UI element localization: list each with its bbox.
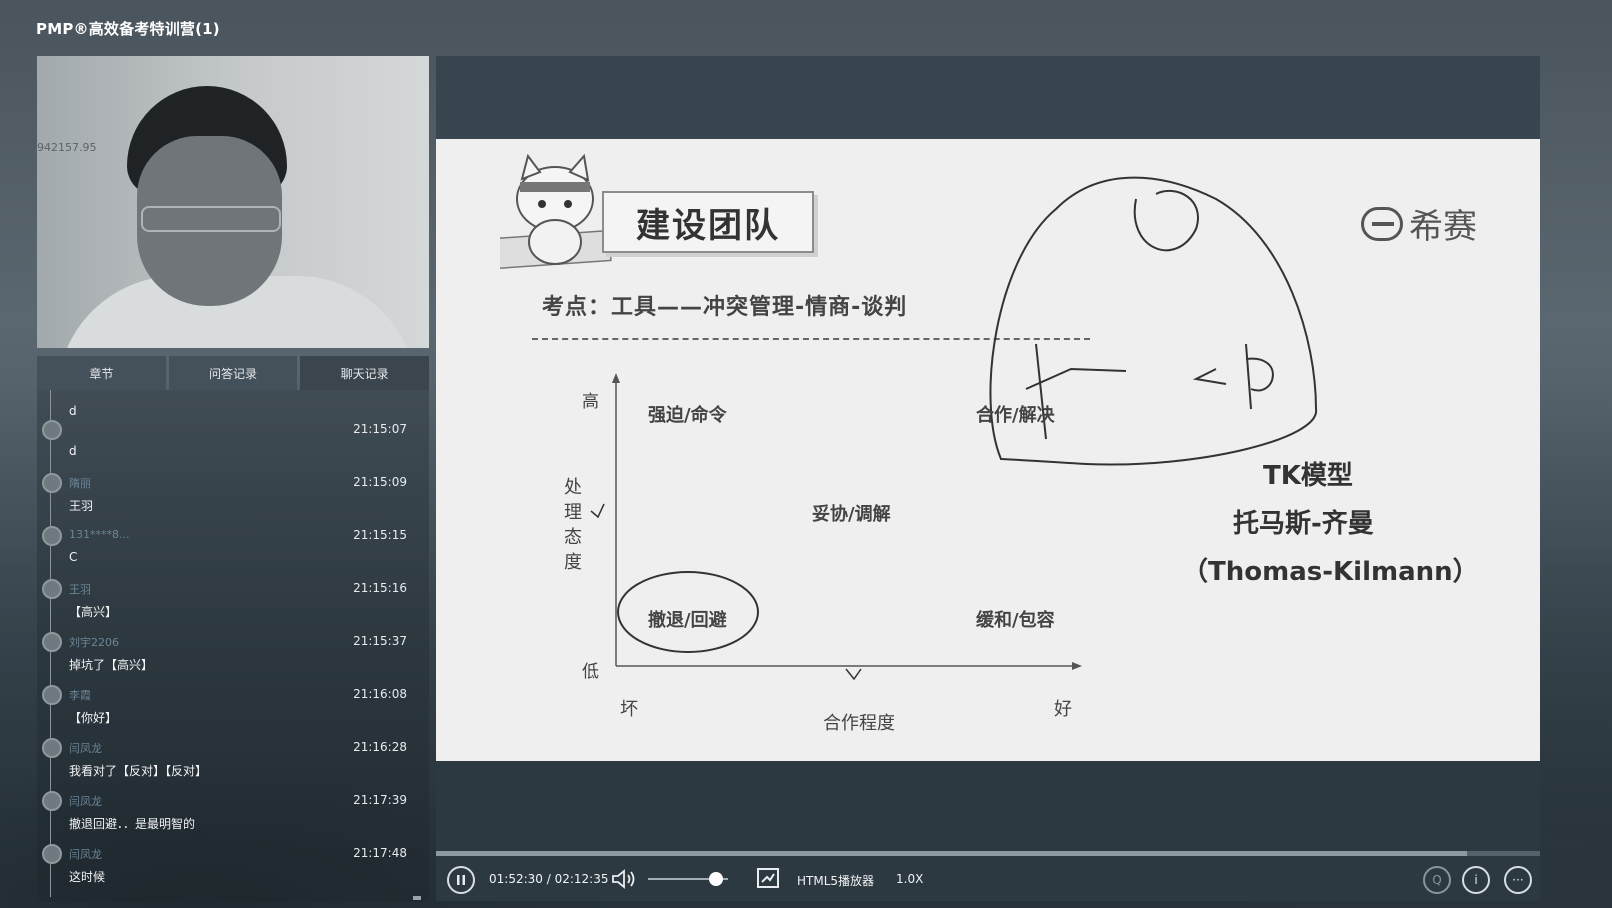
y-axis-high: 高 <box>582 392 599 412</box>
chat-message-text: 【高兴】 <box>69 605 118 619</box>
pause-button[interactable] <box>447 866 475 894</box>
chat-item: 131****8... 21:15:15 C <box>37 526 429 579</box>
chat-item: 王羽 21:15:16 【高兴】 <box>37 579 429 632</box>
app-title: PMP®高效备考特训营(1) <box>36 20 220 38</box>
more-button[interactable]: ··· <box>1504 866 1532 894</box>
webcam-watermark: 942157.95 <box>37 141 97 154</box>
chat-user-name: 刘宇2206 <box>69 636 119 649</box>
chat-time: 21:17:48 <box>353 846 407 860</box>
y-axis-low: 低 <box>582 662 599 682</box>
chat-scrollbar[interactable] <box>413 896 421 900</box>
quadrant-smooth: 缓和/包容 <box>976 610 1055 631</box>
chat-message-text: 我看对了【反对】【反对】 <box>69 764 208 778</box>
model-name-en: （Thomas-Kilmann） <box>1182 557 1479 587</box>
playback-time: 01:52:30 / 02:12:35 <box>489 872 609 886</box>
volume-knob[interactable] <box>709 872 723 886</box>
chat-message-text: C <box>69 550 78 564</box>
chat-time: 21:16:28 <box>353 740 407 754</box>
x-axis-right: 好 <box>1054 699 1072 720</box>
picture-in-picture-icon[interactable] <box>756 867 780 889</box>
avatar <box>42 844 62 864</box>
avatar <box>42 473 62 493</box>
x-axis-label: 合作程度 <box>823 713 895 734</box>
chat-time: 21:15:09 <box>353 475 407 489</box>
chat-time: 21:15:07 <box>353 422 407 436</box>
chat-time: 21:16:08 <box>353 687 407 701</box>
info-button[interactable]: i <box>1462 866 1490 894</box>
avatar <box>42 632 62 652</box>
chat-time: 21:15:37 <box>353 634 407 648</box>
chat-message-text: d <box>69 404 77 418</box>
chat-user-name: 王羽 <box>69 583 91 596</box>
avatar <box>42 738 62 758</box>
chat-item: 闫凤龙 21:17:48 这时候 <box>37 844 429 897</box>
chat-time: 21:15:16 <box>353 581 407 595</box>
quadrant-collaborate: 合作/解决 <box>976 405 1055 426</box>
player-type-label[interactable]: HTML5播放器 <box>797 872 874 889</box>
chat-message-text: 【你好】 <box>69 711 118 725</box>
progress-fill <box>436 851 1468 856</box>
chat-message-text: 这时候 <box>69 870 106 884</box>
chat-item: 李霞 21:16:08 【你好】 <box>37 685 429 738</box>
chat-item: 闫凤龙 21:17:39 撤退回避．．是最明智的 <box>37 791 429 844</box>
chat-time: 21:15:15 <box>353 528 407 542</box>
chat-user-name: 隋丽 <box>69 477 91 490</box>
quadrant-compromise: 妥协/调解 <box>812 504 891 525</box>
chat-time: 21:17:39 <box>353 793 407 807</box>
chat-message-text: 掉坑了【高兴】 <box>69 658 154 672</box>
tab-chat-records[interactable]: 聊天记录 <box>300 356 430 390</box>
avatar <box>42 420 62 440</box>
chat-message-text: 撤退回避．．是最明智的 <box>69 817 196 831</box>
model-title: TK模型 <box>1263 461 1353 491</box>
chat-message-text: d <box>69 444 77 458</box>
chat-item: 21:15:07 d <box>37 420 429 473</box>
avatar <box>42 579 62 599</box>
tab-chapters[interactable]: 章节 <box>37 356 166 390</box>
chat-item: 闫凤龙 21:16:28 我看对了【反对】【反对】 <box>37 738 429 791</box>
chat-user-name: 闫凤龙 <box>69 742 102 755</box>
chat-user-name: 131****8... <box>69 528 130 541</box>
pause-icon <box>457 875 465 885</box>
playback-speed[interactable]: 1.0X <box>896 872 923 886</box>
question-icon: Q <box>1432 873 1442 887</box>
volume-icon[interactable] <box>611 868 637 890</box>
chat-list[interactable]: d 21:15:07 d 隋丽 21:15:09 王羽 131****8... … <box>37 390 429 902</box>
more-icon: ··· <box>1512 873 1524 887</box>
quadrant-withdraw: 撤退/回避 <box>648 610 727 631</box>
info-icon: i <box>1474 873 1478 887</box>
chat-user-name: 闫凤龙 <box>69 848 102 861</box>
chat-user-name: 李霞 <box>69 689 91 702</box>
chat-message-text: 王羽 <box>69 499 94 513</box>
chat-item: 刘宇2206 21:15:37 掉坑了【高兴】 <box>37 632 429 685</box>
question-button[interactable]: Q <box>1423 866 1451 894</box>
avatar <box>42 791 62 811</box>
video-progress-bar[interactable] <box>436 851 1540 856</box>
side-tabs: 章节 问答记录 聊天记录 <box>37 356 430 390</box>
teacher-webcam: 942157.95 <box>37 56 429 348</box>
avatar <box>42 526 62 546</box>
chat-user-name: 闫凤龙 <box>69 795 102 808</box>
slide-drawings <box>590 176 1318 681</box>
tab-qa-records[interactable]: 问答记录 <box>168 356 298 390</box>
avatar <box>42 685 62 705</box>
chat-item: 隋丽 21:15:09 王羽 <box>37 473 429 526</box>
model-name-cn: 托马斯-齐曼 <box>1233 509 1374 539</box>
x-axis-left: 坏 <box>620 699 638 720</box>
lecture-slide: 建设团队 希赛 考点：工具——冲突管理-情商-谈判 高 低 处理态度 坏 好 合… <box>436 139 1540 761</box>
quadrant-force: 强迫/命令 <box>648 405 727 426</box>
y-axis-label: 处理态度 <box>564 477 582 573</box>
